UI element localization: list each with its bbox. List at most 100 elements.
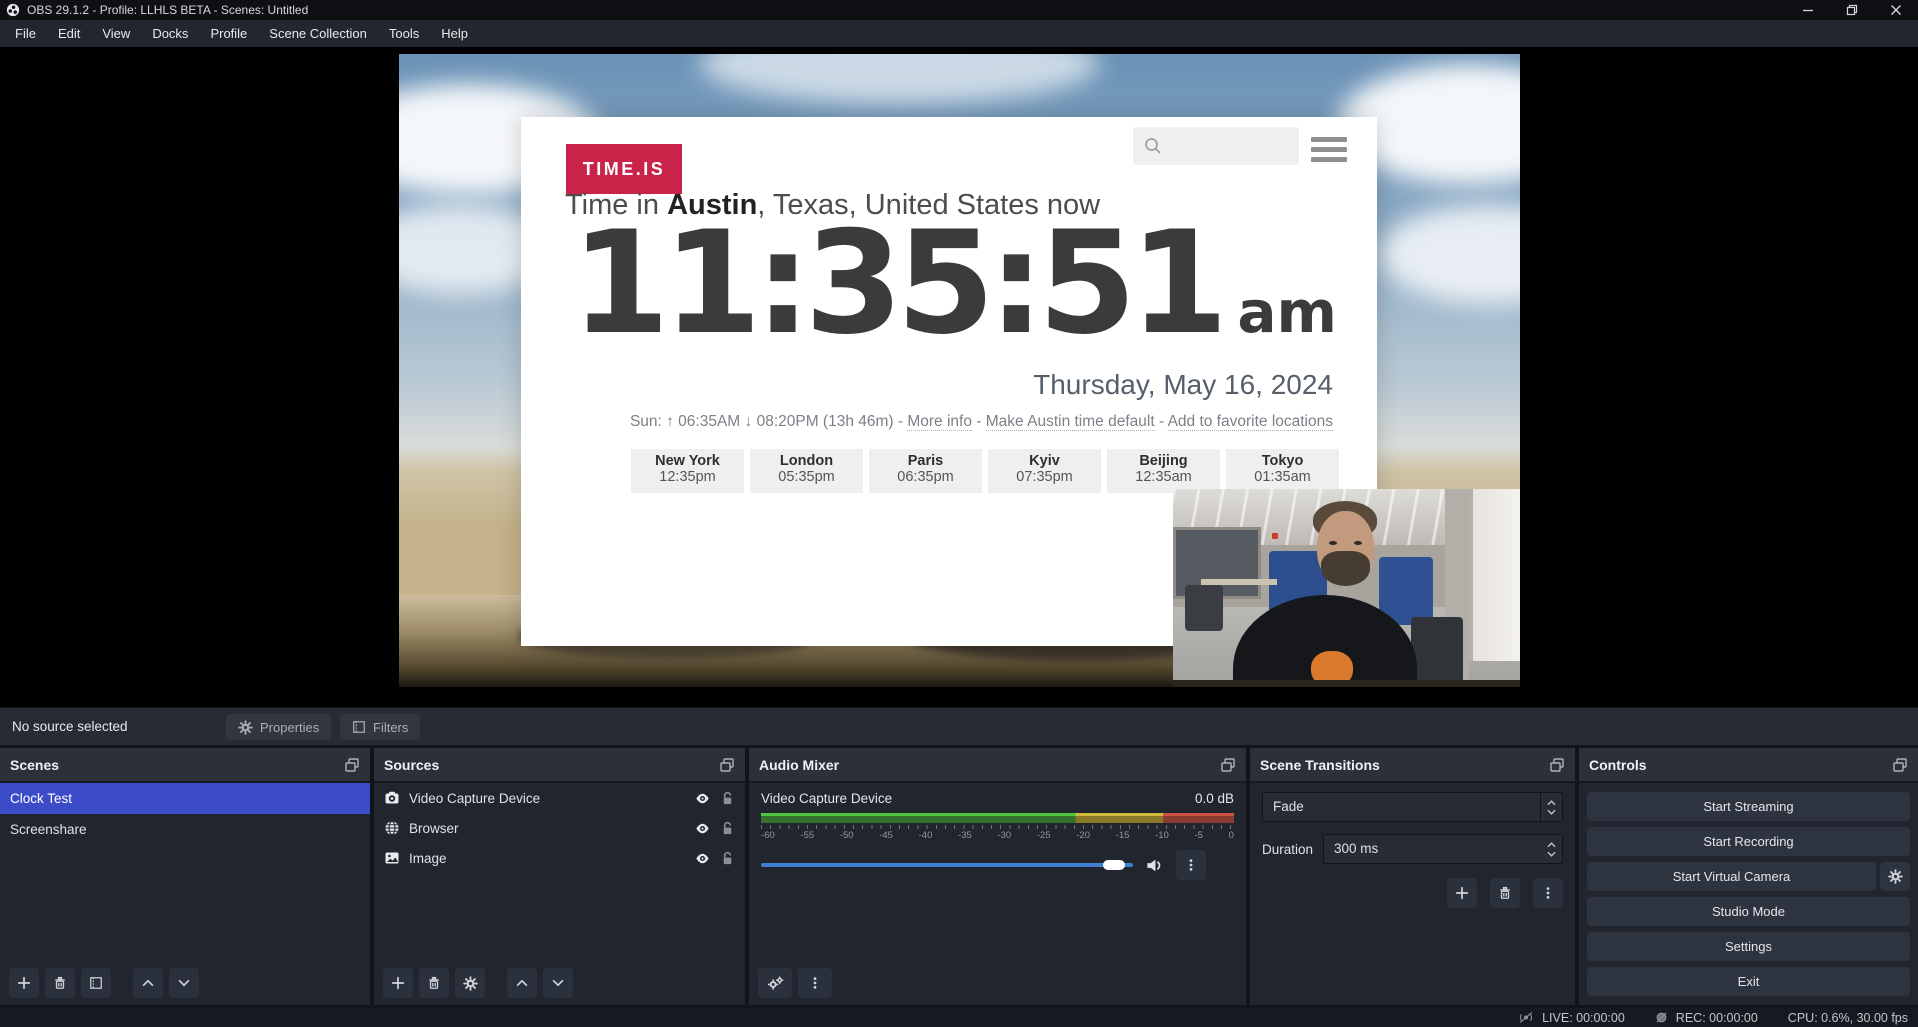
mixer-channel-menu-button[interactable] bbox=[1176, 850, 1206, 880]
lock-icon[interactable] bbox=[720, 791, 735, 806]
start-recording-button[interactable]: Start Recording bbox=[1587, 827, 1910, 856]
menu-docks[interactable]: Docks bbox=[141, 22, 199, 45]
make-default-link: Make Austin time default bbox=[986, 413, 1155, 431]
mixer-channel-name: Video Capture Device bbox=[761, 791, 1195, 806]
mixer-level-db: 0.0 dB bbox=[1195, 791, 1234, 806]
cloud bbox=[1379, 204, 1520, 304]
add-source-button[interactable] bbox=[383, 968, 413, 998]
world-clock-paris: Paris06:35pm bbox=[869, 449, 982, 493]
studio-mode-button[interactable]: Studio Mode bbox=[1587, 897, 1910, 926]
restore-button[interactable] bbox=[1830, 0, 1874, 20]
exit-button[interactable]: Exit bbox=[1587, 967, 1910, 996]
add-transition-button[interactable] bbox=[1447, 878, 1477, 908]
context-bar: No source selected Properties Filters bbox=[0, 707, 1918, 745]
visibility-eye-icon[interactable] bbox=[694, 820, 711, 837]
webcam-source[interactable] bbox=[1173, 489, 1520, 687]
program-canvas[interactable]: TIME.IS Time in Austin, Texas, United St… bbox=[399, 54, 1520, 687]
controls-dock-header[interactable]: Controls bbox=[1579, 748, 1918, 783]
speaker-icon[interactable] bbox=[1145, 856, 1164, 875]
volume-slider-handle[interactable] bbox=[1103, 860, 1125, 870]
visibility-eye-icon[interactable] bbox=[694, 790, 711, 807]
menu-scene-collection[interactable]: Scene Collection bbox=[258, 22, 378, 45]
source-properties-button[interactable] bbox=[455, 968, 485, 998]
audio-mixer-dock-header[interactable]: Audio Mixer bbox=[749, 748, 1246, 783]
timeis-sun-line: Sun: ↑ 06:35AM ↓ 08:20PM (13h 46m) - Mor… bbox=[565, 413, 1333, 431]
docks-area: Scenes Clock Test Screenshare bbox=[0, 745, 1918, 1008]
lock-icon[interactable] bbox=[720, 821, 735, 836]
scene-item-screenshare[interactable]: Screenshare bbox=[0, 814, 370, 845]
preview-area: TIME.IS Time in Austin, Texas, United St… bbox=[0, 47, 1918, 707]
menu-help[interactable]: Help bbox=[430, 22, 479, 45]
duration-spinbox[interactable]: 300 ms bbox=[1323, 834, 1563, 864]
spinner-arrows-icon[interactable] bbox=[1540, 835, 1562, 863]
meter-tickmarks bbox=[761, 825, 1234, 829]
menu-file[interactable]: File bbox=[4, 22, 47, 45]
minimize-button[interactable] bbox=[1786, 0, 1830, 20]
volume-slider[interactable] bbox=[761, 863, 1133, 867]
more-info-link: More info bbox=[907, 413, 972, 431]
advanced-audio-button[interactable] bbox=[758, 968, 792, 998]
scenes-dock-header[interactable]: Scenes bbox=[0, 748, 370, 783]
move-source-up-button[interactable] bbox=[507, 968, 537, 998]
obs-window: OBS 29.1.2 - Profile: LLHLS BETA - Scene… bbox=[0, 0, 1918, 1027]
popout-icon bbox=[719, 757, 735, 773]
menu-edit[interactable]: Edit bbox=[47, 22, 91, 45]
menu-tools[interactable]: Tools bbox=[378, 22, 430, 45]
stream-status-icon bbox=[1518, 1011, 1534, 1024]
source-item-video-capture[interactable]: Video Capture Device bbox=[374, 783, 745, 813]
scenes-dock: Scenes Clock Test Screenshare bbox=[0, 748, 370, 1005]
title-bar[interactable]: OBS 29.1.2 - Profile: LLHLS BETA - Scene… bbox=[0, 0, 1918, 20]
gear-icon bbox=[238, 720, 253, 735]
world-clocks-row: New York12:35pm London05:35pm Paris06:35… bbox=[631, 449, 1339, 493]
duration-label: Duration bbox=[1262, 842, 1313, 857]
lock-icon[interactable] bbox=[720, 851, 735, 866]
properties-button[interactable]: Properties bbox=[226, 714, 331, 740]
start-virtual-camera-button[interactable]: Start Virtual Camera bbox=[1587, 862, 1876, 891]
move-scene-down-button[interactable] bbox=[169, 968, 199, 998]
transitions-title: Scene Transitions bbox=[1260, 757, 1549, 773]
scene-filters-button[interactable] bbox=[81, 968, 111, 998]
virtual-camera-config-button[interactable] bbox=[1880, 862, 1910, 891]
menu-view[interactable]: View bbox=[91, 22, 141, 45]
transition-menu-button[interactable] bbox=[1533, 878, 1563, 908]
remove-transition-button[interactable] bbox=[1490, 878, 1520, 908]
close-button[interactable] bbox=[1874, 0, 1918, 20]
audio-mixer-dock: Audio Mixer Video Capture Device 0.0 dB bbox=[749, 748, 1246, 1005]
context-status-text: No source selected bbox=[12, 719, 128, 734]
window-title: OBS 29.1.2 - Profile: LLHLS BETA - Scene… bbox=[27, 3, 308, 17]
timeis-logo: TIME.IS bbox=[566, 144, 682, 194]
sources-dock: Sources Video Capture Device bbox=[374, 748, 745, 1005]
chevron-up-down-icon[interactable] bbox=[1540, 793, 1562, 821]
sources-dock-header[interactable]: Sources bbox=[374, 748, 745, 783]
mixer-menu-button[interactable] bbox=[798, 968, 832, 998]
status-bar: LIVE: 00:00:00 REC: 00:00:00 CPU: 0.6%, … bbox=[0, 1008, 1918, 1027]
remove-scene-button[interactable] bbox=[45, 968, 75, 998]
transition-select[interactable]: Fade bbox=[1262, 792, 1563, 822]
rec-timer: REC: 00:00:00 bbox=[1676, 1011, 1758, 1025]
record-status-icon bbox=[1655, 1011, 1668, 1024]
source-item-image[interactable]: Image bbox=[374, 843, 745, 873]
remove-source-button[interactable] bbox=[419, 968, 449, 998]
visibility-eye-icon[interactable] bbox=[694, 850, 711, 867]
mixer-channel: Video Capture Device 0.0 dB -60-55-50-45… bbox=[749, 783, 1246, 880]
hamburger-menu-icon bbox=[1311, 137, 1347, 162]
settings-button[interactable]: Settings bbox=[1587, 932, 1910, 961]
start-streaming-button[interactable]: Start Streaming bbox=[1587, 792, 1910, 821]
world-clock-tokyo: Tokyo01:35am bbox=[1226, 449, 1339, 493]
scenes-title: Scenes bbox=[10, 757, 344, 773]
scene-item-clock-test[interactable]: Clock Test bbox=[0, 783, 370, 814]
transitions-dock-header[interactable]: Scene Transitions bbox=[1250, 748, 1575, 783]
move-source-down-button[interactable] bbox=[543, 968, 573, 998]
scenes-toolbar bbox=[0, 961, 370, 1005]
add-favorite-link: Add to favorite locations bbox=[1168, 413, 1333, 431]
move-scene-up-button[interactable] bbox=[133, 968, 163, 998]
mixer-toolbar bbox=[749, 961, 1246, 1005]
timeis-clock: 11:35:51 am bbox=[571, 209, 1337, 358]
source-item-browser[interactable]: Browser bbox=[374, 813, 745, 843]
clock-ampm: am bbox=[1237, 278, 1337, 346]
scenes-list: Clock Test Screenshare bbox=[0, 783, 370, 961]
popout-icon bbox=[1220, 757, 1236, 773]
menu-profile[interactable]: Profile bbox=[199, 22, 258, 45]
filters-button[interactable]: Filters bbox=[340, 714, 420, 740]
add-scene-button[interactable] bbox=[9, 968, 39, 998]
